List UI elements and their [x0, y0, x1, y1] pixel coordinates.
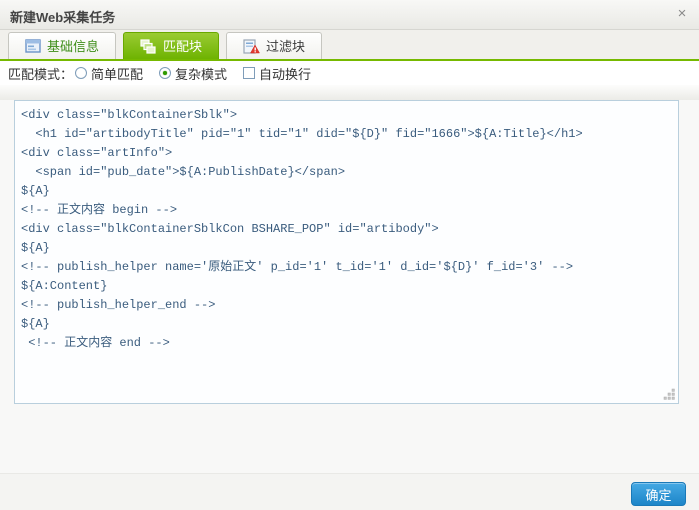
code-editor[interactable]: <div class="blkContainerSblk"> <h1 id="a… [14, 100, 679, 404]
tab-bar: 基础信息 匹配块 过滤块 [0, 30, 699, 61]
divider [0, 85, 699, 100]
tab-label: 匹配块 [163, 38, 203, 54]
tab-basic-info[interactable]: 基础信息 [8, 32, 117, 59]
dialog-titlebar: 新建Web采集任务 × [0, 0, 699, 30]
radio-checked-icon[interactable] [159, 67, 172, 79]
code-content[interactable]: <div class="blkContainerSblk"> <h1 id="a… [15, 101, 678, 403]
tab-filter-block[interactable]: 过滤块 [226, 32, 323, 59]
checkbox-auto-wrap[interactable]: 自动换行 [243, 64, 311, 83]
checkbox-label: 自动换行 [259, 66, 312, 82]
form-icon [25, 39, 41, 53]
dialog-title: 新建Web采集任务 [10, 10, 116, 25]
footer-bar: 确定 [0, 473, 699, 510]
blocks-icon [140, 38, 157, 54]
new-web-task-dialog: 新建Web采集任务 × 基础信息 匹配块 过滤块 匹配模式： 简单匹配 复杂模式… [0, 0, 699, 510]
close-icon[interactable]: × [672, 4, 692, 24]
spacer [0, 405, 699, 473]
radio-label: 简单匹配 [91, 66, 144, 82]
tab-match-block[interactable]: 匹配块 [123, 32, 220, 59]
checkbox-icon[interactable] [243, 67, 256, 79]
filter-warning-icon [243, 38, 260, 54]
radio-complex-mode[interactable]: 复杂模式 [159, 64, 227, 83]
radio-label: 复杂模式 [175, 66, 228, 82]
confirm-button[interactable]: 确定 [631, 482, 686, 506]
tab-label: 过滤块 [266, 38, 306, 54]
tab-label: 基础信息 [47, 38, 100, 54]
match-mode-bar: 匹配模式： 简单匹配 复杂模式 自动换行 [0, 61, 699, 85]
match-mode-label: 匹配模式： [8, 66, 74, 82]
radio-simple-match[interactable]: 简单匹配 [75, 64, 143, 83]
resize-grip-icon[interactable] [663, 388, 676, 401]
radio-icon[interactable] [75, 67, 88, 79]
